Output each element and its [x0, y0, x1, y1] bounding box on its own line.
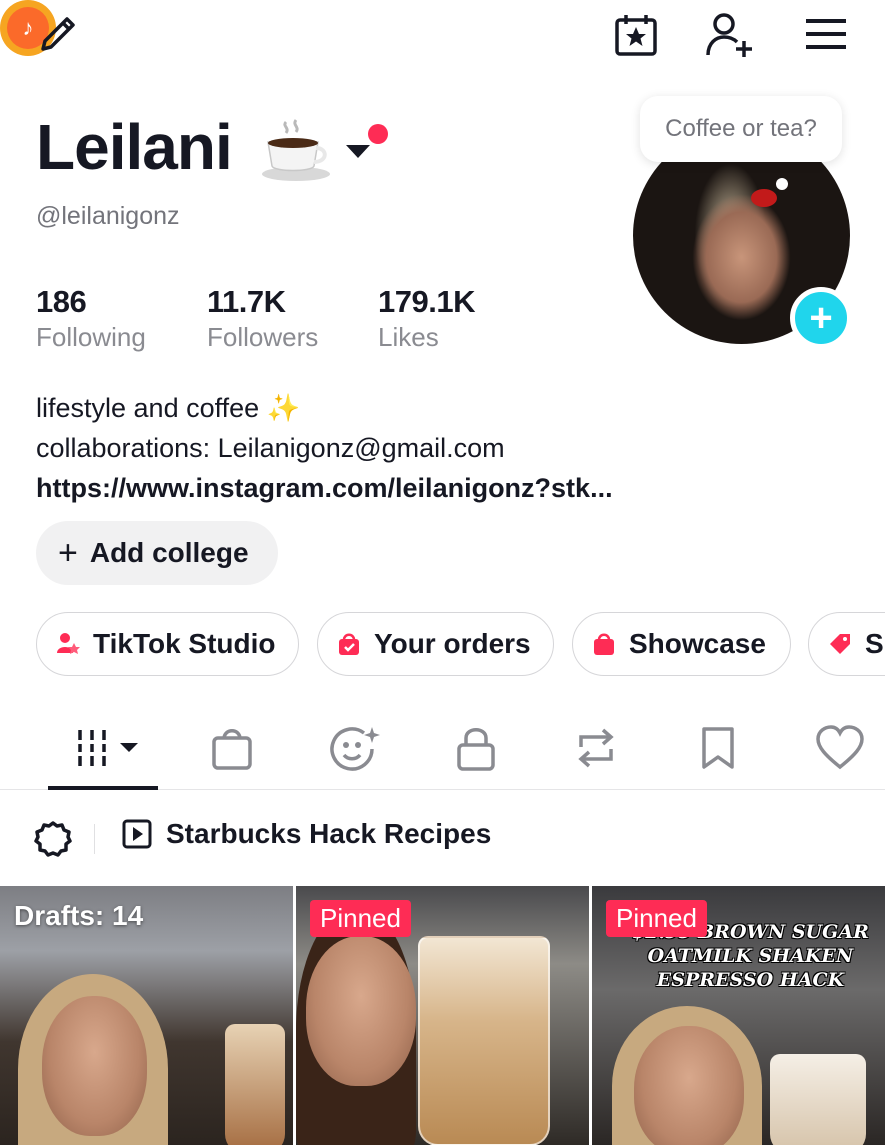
ai-face-icon — [330, 727, 380, 771]
pinned-badge: Pinned — [310, 900, 411, 937]
bio-link[interactable]: https://www.instagram.com/leilanigonz?st… — [36, 468, 613, 508]
add-user-icon[interactable] — [700, 8, 760, 62]
stat-followers[interactable]: 11.7K Followers — [207, 284, 318, 353]
tab-liked[interactable] — [800, 718, 880, 778]
gear-icon[interactable] — [34, 820, 72, 858]
tab-videos[interactable] — [62, 718, 146, 778]
divider — [94, 824, 95, 854]
bio-line-2: collaborations: Leilanigonz@gmail.com — [36, 433, 505, 463]
notification-dot — [368, 124, 388, 144]
status-bubble[interactable]: Coffee or tea? — [640, 96, 842, 162]
chip-label: TikTok Studio — [93, 628, 276, 659]
chip-label: S — [865, 628, 884, 659]
thumbnail-detail — [634, 1026, 744, 1145]
tag-icon — [830, 634, 850, 654]
video-grid: Drafts: 14 Pinned $2.95 BROWN SUGAR OATM… — [0, 886, 885, 1145]
video-thumbnail-pinned-2[interactable]: $2.95 BROWN SUGAR OATMILK SHAKEN ESPRESS… — [592, 886, 885, 1145]
video-thumbnail-pinned-1[interactable]: Pinned — [296, 886, 589, 1145]
chip-label: Showcase — [629, 628, 766, 659]
showcase-bag-icon — [594, 633, 614, 655]
video-caption-line: ESPRESSO HACK — [656, 969, 845, 991]
active-tab-indicator — [48, 786, 158, 790]
coffee-cup-icon — [258, 116, 334, 182]
top-bar: ♪ — [0, 0, 885, 80]
orders-bag-icon — [339, 633, 359, 655]
thumbnail-detail — [306, 936, 416, 1086]
video-thumbnail-drafts[interactable]: Drafts: 14 — [0, 886, 293, 1145]
add-avatar-plus-icon[interactable]: + — [790, 287, 852, 349]
pencil-icon[interactable] — [30, 8, 86, 60]
playlist-label: Starbucks Hack Recipes — [166, 818, 492, 849]
stat-following[interactable]: 186 Following — [36, 284, 146, 353]
videos-grid-icon — [78, 730, 138, 766]
thumbnail-detail — [770, 1054, 866, 1145]
content-tabs — [0, 706, 885, 790]
avatar-photo-detail — [751, 189, 777, 207]
add-college-button[interactable]: + Add college — [36, 521, 278, 585]
repost-icon — [578, 728, 614, 768]
heart-icon — [816, 725, 864, 770]
bookmark-icon — [702, 727, 734, 769]
likes-label: Likes — [378, 322, 439, 352]
thumbnail-detail — [418, 936, 550, 1145]
video-caption-line: OATMILK SHAKEN — [647, 945, 854, 967]
tab-reposts[interactable] — [556, 718, 636, 778]
playlist-play-icon — [122, 819, 152, 849]
studio-icon — [57, 633, 80, 654]
profile-name[interactable]: Leilani — [36, 110, 233, 184]
calendar-star-icon[interactable] — [606, 8, 666, 62]
bio: lifestyle and coffee ✨ collaborations: L… — [36, 388, 613, 508]
bio-line-1: lifestyle and coffee ✨ — [36, 393, 301, 423]
chip-showcase[interactable]: Showcase — [572, 612, 791, 676]
chip-your-orders[interactable]: Your orders — [317, 612, 554, 676]
following-label: Following — [36, 322, 146, 352]
add-college-label: Add college — [89, 537, 249, 568]
menu-icon[interactable] — [800, 10, 852, 58]
drafts-overlay: Drafts: 14 — [14, 900, 144, 931]
followers-label: Followers — [207, 322, 319, 352]
tab-favorites[interactable] — [678, 718, 758, 778]
chip-partial[interactable]: S — [808, 612, 885, 676]
tab-shop[interactable] — [192, 718, 272, 778]
tab-ai-self[interactable] — [314, 718, 394, 778]
followers-count: 11.7K — [207, 284, 286, 319]
likes-count: 179.1K — [378, 284, 475, 319]
tab-private[interactable] — [436, 718, 516, 778]
shortcut-chips: TikTok Studio Your orders Showcase S — [0, 612, 885, 676]
playlist-row: Starbucks Hack Recipes — [0, 800, 885, 876]
stat-likes[interactable]: 179.1K Likes — [378, 284, 475, 353]
thumbnail-detail — [225, 1024, 285, 1145]
bubble-tail — [776, 178, 788, 190]
lock-icon — [457, 728, 495, 771]
following-count: 186 — [36, 284, 87, 319]
name-dropdown-arrow-icon[interactable] — [346, 145, 370, 158]
pinned-badge: Pinned — [606, 900, 707, 937]
shop-bag-icon — [212, 729, 252, 770]
chip-label: Your orders — [374, 628, 531, 659]
plus-icon: + — [58, 533, 78, 572]
thumbnail-detail — [42, 996, 147, 1136]
profile-handle: @leilanigonz — [36, 202, 180, 230]
playlist-starbucks-hack-recipes[interactable]: Starbucks Hack Recipes — [122, 818, 491, 850]
chip-tiktok-studio[interactable]: TikTok Studio — [36, 612, 299, 676]
